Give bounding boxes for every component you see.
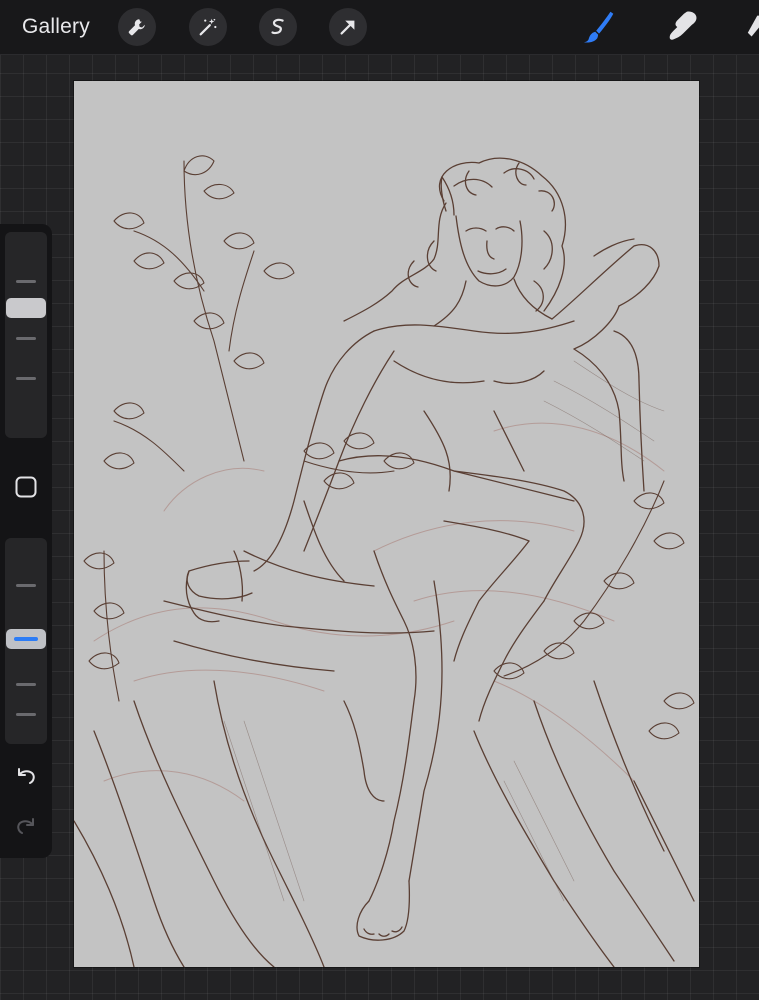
undo-button[interactable]	[6, 758, 46, 794]
smudge-icon	[669, 11, 697, 40]
top-toolbar: Gallery	[0, 0, 759, 55]
brush-size-thumb[interactable]	[6, 298, 46, 318]
gallery-button[interactable]: Gallery	[22, 13, 90, 40]
left-sidebar	[0, 224, 52, 858]
smudge-tool-button[interactable]	[664, 8, 702, 46]
brush-size-slider[interactable]	[5, 232, 47, 438]
wrench-icon	[128, 19, 145, 36]
eraser-icon	[747, 15, 759, 37]
selection-s-icon	[271, 18, 284, 35]
procreate-app: Gallery	[0, 0, 759, 1000]
adjustments-button[interactable]	[189, 8, 227, 46]
actions-button[interactable]	[118, 8, 156, 46]
selection-button[interactable]	[259, 8, 297, 46]
slider-tick	[16, 713, 36, 716]
slider-tick	[16, 584, 36, 587]
modify-button[interactable]	[6, 469, 46, 505]
eraser-tool-button[interactable]	[744, 8, 759, 46]
drawing-canvas[interactable]	[74, 81, 699, 967]
redo-button[interactable]	[6, 808, 46, 844]
redo-icon	[17, 818, 34, 834]
opacity-thumb[interactable]	[6, 629, 46, 649]
magic-wand-icon	[199, 18, 217, 36]
slider-tick	[16, 337, 36, 340]
sketch-artwork	[74, 155, 695, 967]
transform-button[interactable]	[329, 8, 367, 46]
slider-tick	[16, 683, 36, 686]
slider-tick	[16, 280, 36, 283]
opacity-thumb-indicator	[14, 637, 38, 641]
brush-tool-button[interactable]	[581, 8, 619, 46]
transform-arrow-icon	[340, 20, 355, 35]
slider-tick	[16, 377, 36, 380]
brush-icon	[583, 11, 614, 43]
undo-icon	[18, 768, 35, 784]
opacity-slider[interactable]	[5, 538, 47, 744]
square-modify-icon	[15, 476, 37, 498]
